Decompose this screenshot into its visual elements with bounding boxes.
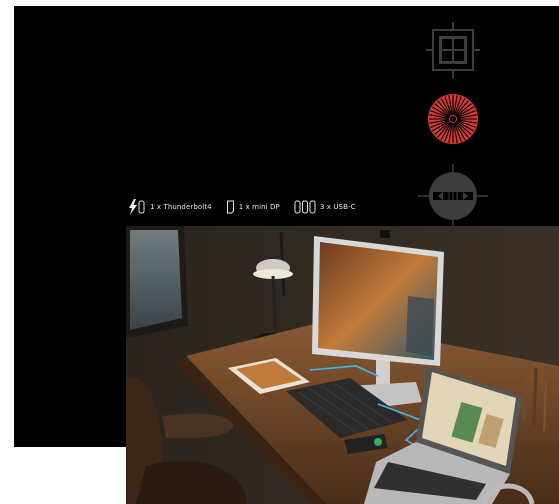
crosshair-icon bbox=[418, 164, 488, 228]
mini-dp-port-icon bbox=[226, 200, 234, 214]
port-usbc: 3 x USB-C bbox=[294, 199, 356, 215]
product-photo bbox=[126, 226, 559, 504]
port-thunderbolt-label: 1 x Thunderbolt4 bbox=[150, 203, 212, 211]
port-minidp-label: 1 x mini DP bbox=[238, 203, 280, 211]
port-minidp: 1 x mini DP bbox=[226, 199, 280, 215]
feature-icon-stack bbox=[418, 20, 488, 233]
port-usbc-label: 3 x USB-C bbox=[319, 203, 356, 211]
grid-focus-icon bbox=[426, 22, 480, 78]
port-list: 1 x Thunderbolt4 1 x mini DP 3 x USB-C bbox=[128, 197, 370, 217]
thunderbolt-icon bbox=[129, 199, 145, 215]
radial-burst-icon bbox=[428, 94, 478, 144]
port-thunderbolt: 1 x Thunderbolt4 bbox=[128, 199, 212, 215]
usb-c-port-icon bbox=[294, 200, 316, 214]
